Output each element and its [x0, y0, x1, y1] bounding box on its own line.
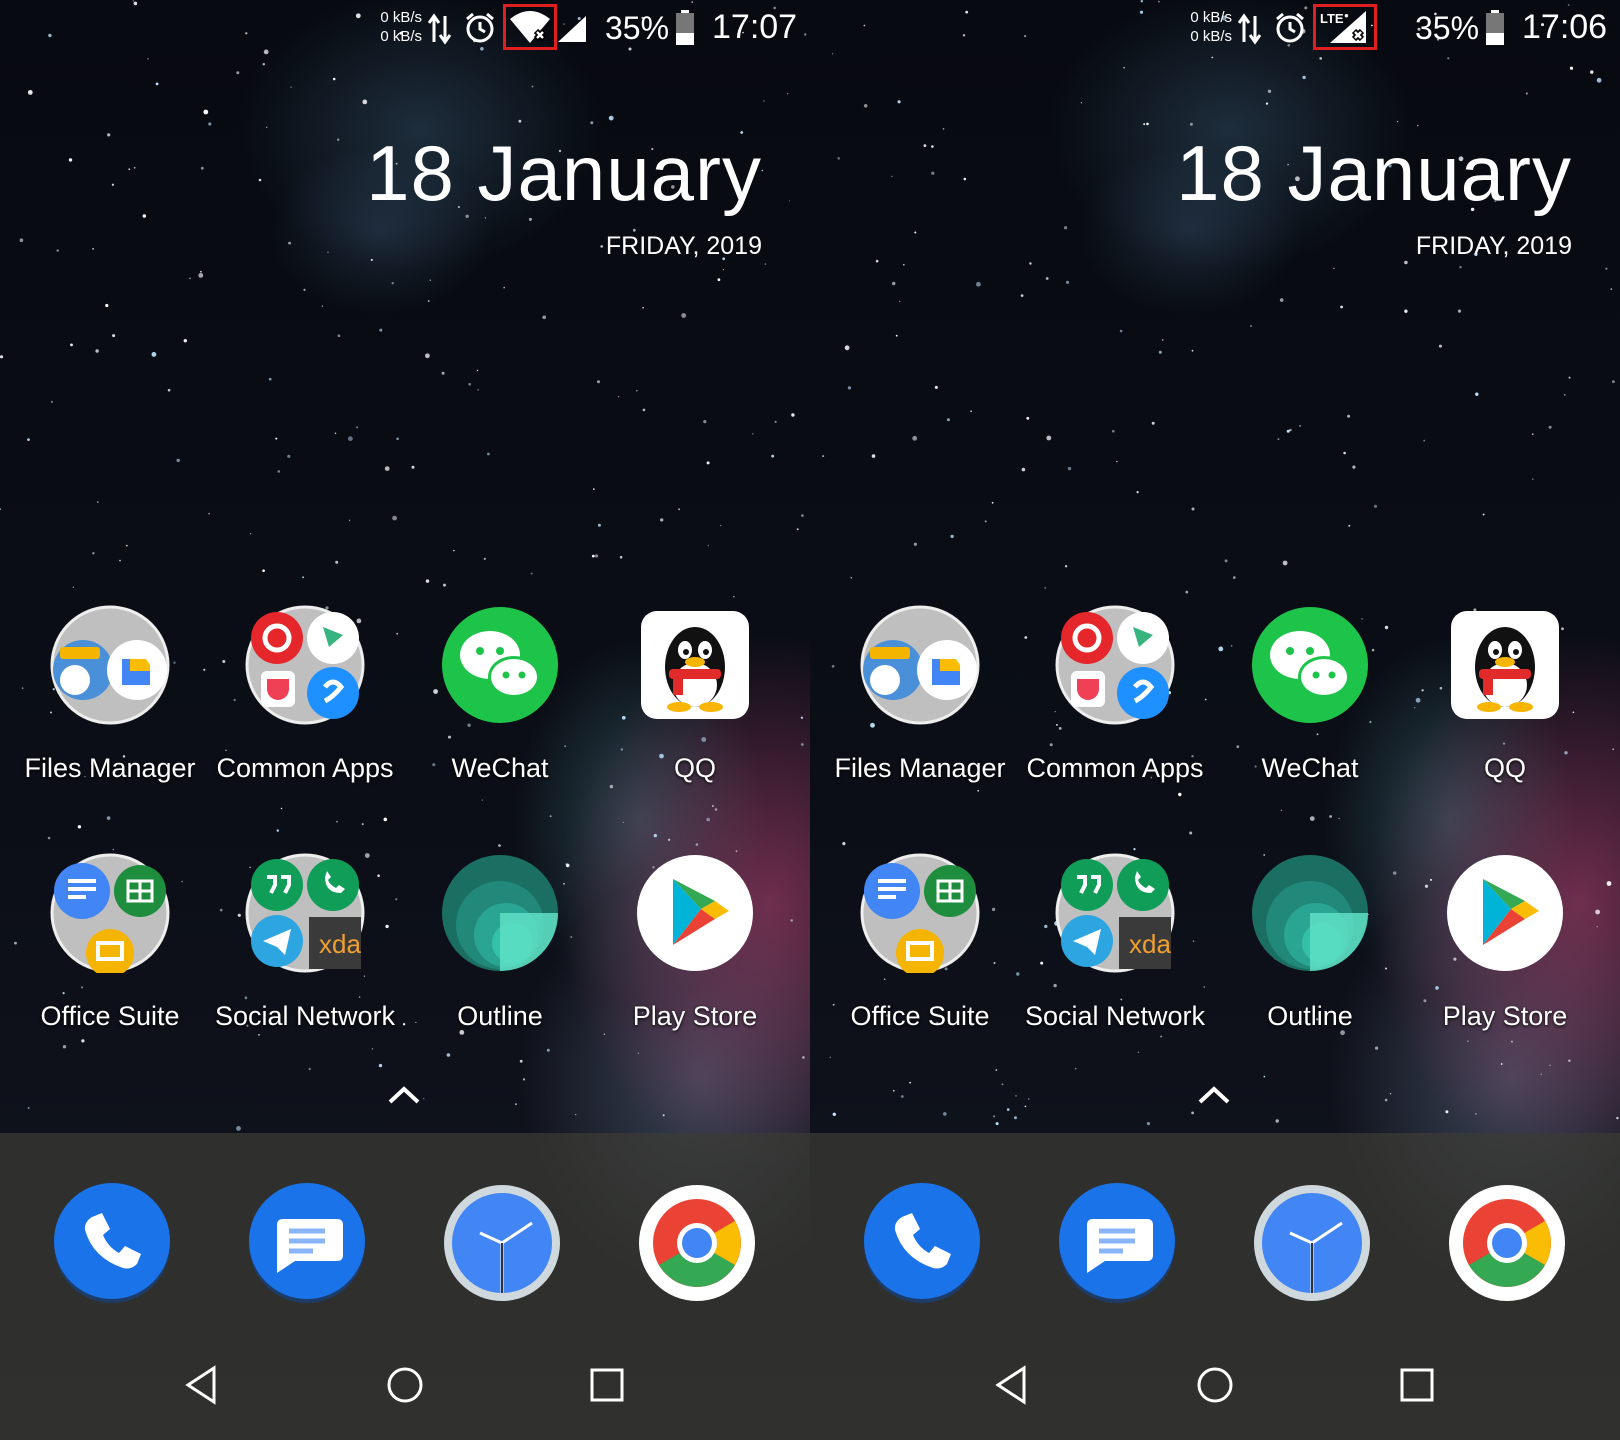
- chrome-icon[interactable]: [637, 1183, 757, 1303]
- app-label: Social Network: [214, 1001, 396, 1031]
- app-label: Outline: [1267, 1001, 1353, 1031]
- app-files-manager[interactable]: Files Manager: [825, 605, 1015, 805]
- office-suite-folder-icon: [860, 853, 980, 973]
- outline-icon: [1252, 855, 1368, 971]
- lte-no-signal-icon: LTE: [1320, 11, 1366, 43]
- status-bar: 0 kB/s 0 kB/s 35% 17:07: [0, 0, 810, 56]
- app-social-network[interactable]: xda Social Network: [210, 853, 400, 1053]
- qq-icon: [1451, 611, 1559, 719]
- chrome-icon[interactable]: [1447, 1183, 1567, 1303]
- office-suite-folder-icon: [50, 853, 170, 973]
- wechat-icon: [442, 607, 558, 723]
- app-play-store[interactable]: Play Store: [600, 853, 790, 1053]
- app-office-suite[interactable]: Office Suite: [15, 853, 205, 1053]
- app-office-suite[interactable]: Office Suite: [825, 853, 1015, 1053]
- phone-icon[interactable]: [52, 1183, 172, 1303]
- status-bar: 0 kB/s 0 kB/s LTE 35% 17:06: [810, 0, 1620, 56]
- home-screen-right: 0 kB/s 0 kB/s LTE 35% 17:06 18 January F…: [810, 0, 1620, 1440]
- date-widget-weekday[interactable]: FRIDAY, 2019: [606, 232, 762, 261]
- wechat-icon: [1252, 607, 1368, 723]
- date-widget-date[interactable]: 18 January: [1176, 128, 1572, 219]
- app-wechat[interactable]: WeChat: [1215, 605, 1405, 805]
- data-transfer-icon: [428, 13, 452, 45]
- app-label: QQ: [1483, 753, 1526, 783]
- app-label: Files Manager: [24, 753, 196, 783]
- home-icon[interactable]: [380, 1360, 430, 1410]
- xda-logo-text: xda: [319, 929, 361, 959]
- app-label: QQ: [673, 753, 716, 783]
- app-play-store[interactable]: Play Store: [1410, 853, 1600, 1053]
- alarm-icon: [466, 12, 494, 43]
- qq-icon: [641, 611, 749, 719]
- app-label: Common Apps: [216, 753, 394, 783]
- network-speed: 0 kB/s 0 kB/s: [380, 9, 422, 45]
- wifi-off-icon: [510, 11, 550, 43]
- common-apps-folder-icon: [245, 605, 365, 725]
- app-qq[interactable]: QQ: [1410, 605, 1600, 805]
- network-speed: 0 kB/s 0 kB/s: [1190, 9, 1232, 45]
- files-manager-folder-icon: [860, 605, 980, 725]
- battery-icon: [1486, 10, 1504, 45]
- back-icon[interactable]: [178, 1360, 228, 1410]
- app-label: Office Suite: [850, 1001, 990, 1031]
- app-label: Social Network: [1024, 1001, 1206, 1031]
- phone-icon[interactable]: [862, 1183, 982, 1303]
- clock-icon[interactable]: [1252, 1183, 1372, 1303]
- home-icon[interactable]: [1190, 1360, 1240, 1410]
- navigation-bar: [0, 1350, 810, 1420]
- app-label: Office Suite: [40, 1001, 180, 1031]
- xda-logo-text: xda: [1129, 929, 1171, 959]
- app-drawer-chevron-icon[interactable]: [386, 1084, 422, 1106]
- date-widget-weekday[interactable]: FRIDAY, 2019: [1416, 232, 1572, 261]
- app-outline[interactable]: Outline: [405, 853, 595, 1053]
- app-label: Files Manager: [834, 753, 1006, 783]
- play-store-icon: [637, 855, 753, 971]
- clock-time: 17:07: [712, 8, 798, 46]
- network-highlight-box: LTE: [1313, 4, 1377, 50]
- files-manager-folder-icon: [50, 605, 170, 725]
- recents-icon[interactable]: [1392, 1360, 1442, 1410]
- app-label: Play Store: [632, 1001, 758, 1031]
- app-label: Outline: [457, 1001, 543, 1031]
- network-highlight-box: [503, 4, 557, 50]
- navigation-bar: [810, 1350, 1620, 1420]
- common-apps-folder-icon: [1055, 605, 1175, 725]
- app-wechat[interactable]: WeChat: [405, 605, 595, 805]
- home-screen-left: 0 kB/s 0 kB/s 35% 17:07 18 January FRIDA…: [0, 0, 810, 1440]
- cell-signal-icon: [558, 16, 586, 42]
- battery-percent: 35%: [605, 10, 670, 46]
- recents-icon[interactable]: [582, 1360, 632, 1410]
- app-qq[interactable]: QQ: [600, 605, 790, 805]
- clock-time: 17:06: [1522, 8, 1608, 46]
- date-widget-date[interactable]: 18 January: [366, 128, 762, 219]
- app-common-apps[interactable]: Common Apps: [210, 605, 400, 805]
- app-social-network[interactable]: xda Social Network: [1020, 853, 1210, 1053]
- battery-icon: [676, 10, 694, 45]
- app-common-apps[interactable]: Common Apps: [1020, 605, 1210, 805]
- social-network-folder-icon: xda: [1055, 853, 1175, 973]
- app-label: Play Store: [1442, 1001, 1568, 1031]
- lte-label: LTE: [1320, 11, 1344, 26]
- social-network-folder-icon: xda: [245, 853, 365, 973]
- app-files-manager[interactable]: Files Manager: [15, 605, 205, 805]
- back-icon[interactable]: [988, 1360, 1038, 1410]
- alarm-icon: [1276, 12, 1304, 43]
- clock-icon[interactable]: [442, 1183, 562, 1303]
- app-drawer-chevron-icon[interactable]: [1196, 1084, 1232, 1106]
- messages-icon[interactable]: [247, 1183, 367, 1303]
- battery-percent: 35%: [1415, 10, 1480, 46]
- app-label: WeChat: [451, 753, 549, 783]
- play-store-icon: [1447, 855, 1563, 971]
- outline-icon: [442, 855, 558, 971]
- data-transfer-icon: [1238, 13, 1262, 45]
- app-outline[interactable]: Outline: [1215, 853, 1405, 1053]
- app-label: WeChat: [1261, 753, 1359, 783]
- messages-icon[interactable]: [1057, 1183, 1177, 1303]
- app-label: Common Apps: [1026, 753, 1204, 783]
